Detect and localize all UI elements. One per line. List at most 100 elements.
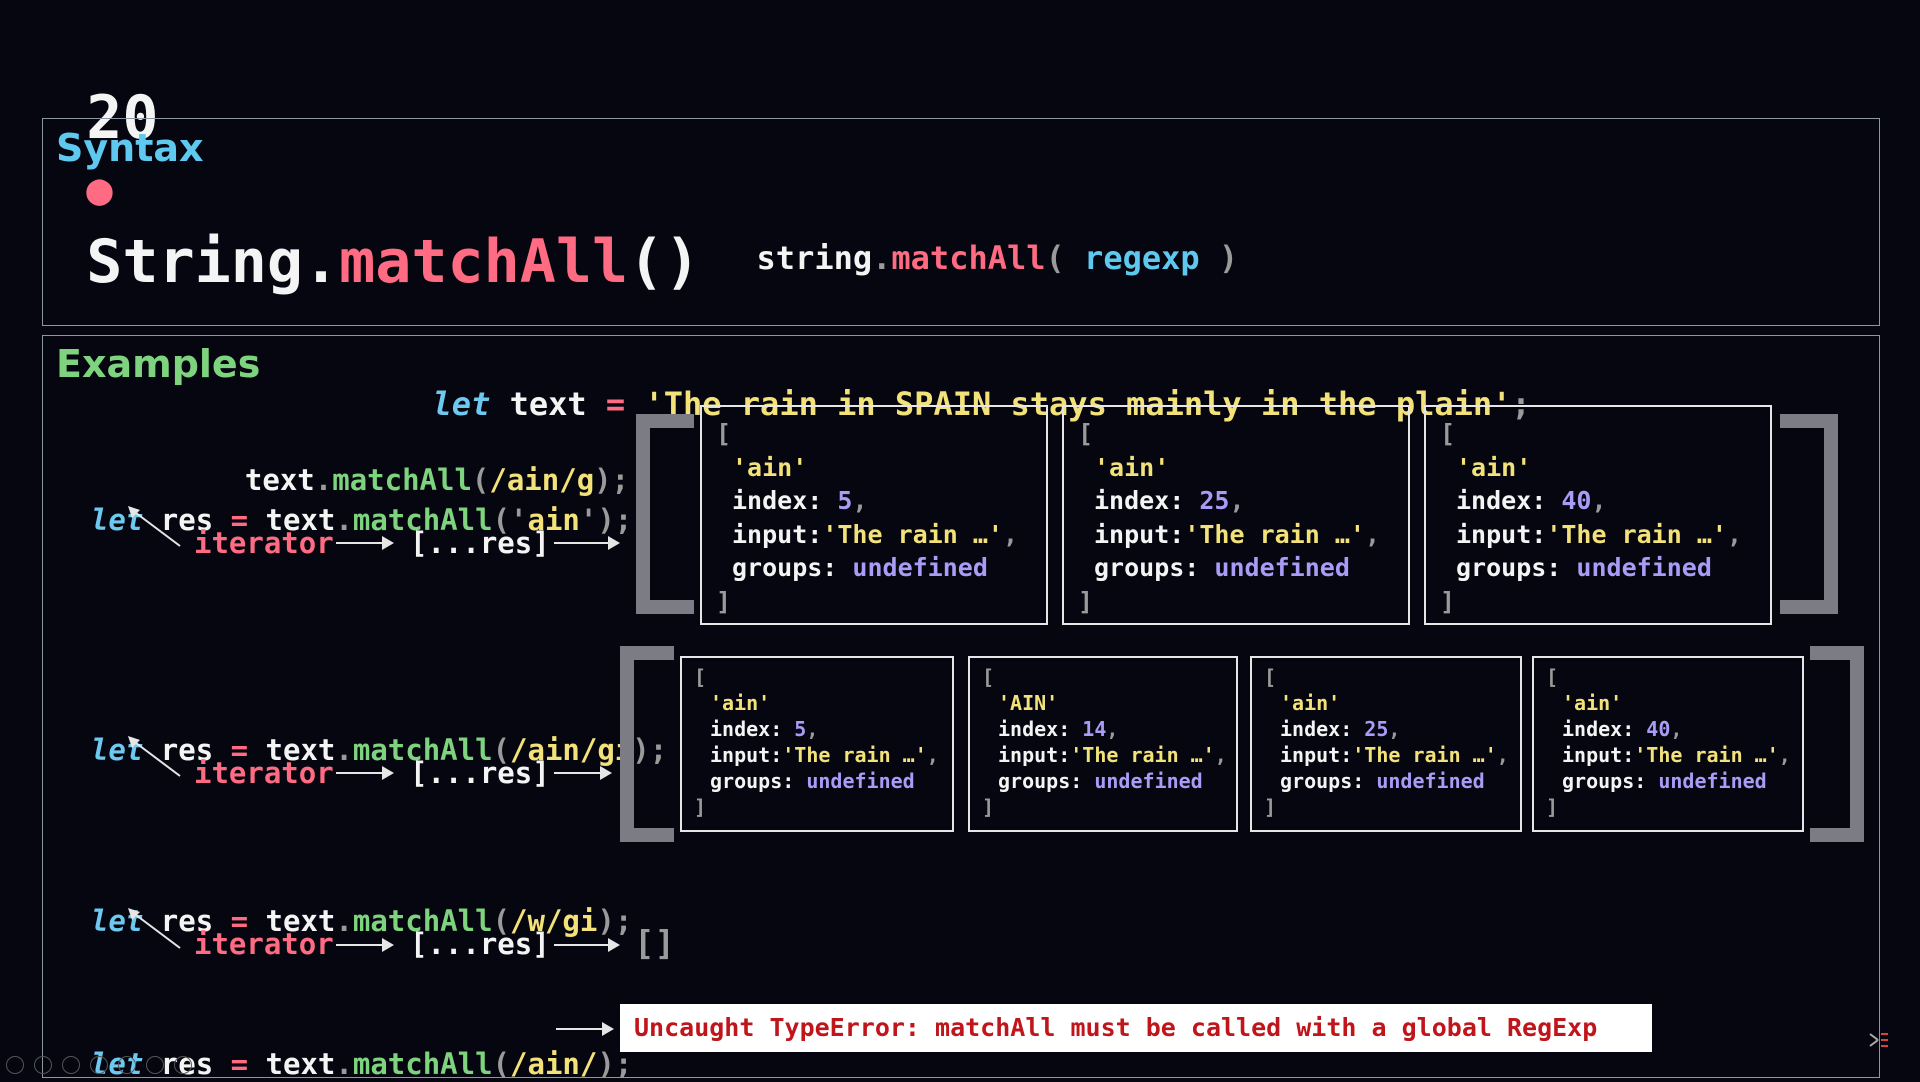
- ex2-obj0-groups: undefined: [806, 769, 915, 793]
- previous-slide-icon[interactable]: [6, 1056, 24, 1074]
- type-error-message: Uncaught TypeError: matchAll must be cal…: [620, 1004, 1652, 1052]
- ex1-array-close-bracket: [1780, 414, 1838, 614]
- ex1-obj0-groups-row: groups: undefined: [716, 551, 1046, 585]
- ex1-spread: [...res]: [410, 526, 550, 560]
- ex2-match-object: [ 'ain' index: 25, input:'The rain …', g…: [1250, 656, 1522, 832]
- decl-equals: =: [605, 385, 626, 423]
- ex2-obj2-input-label: input:: [1280, 743, 1353, 767]
- ex2-iterator-label: iterator: [194, 756, 334, 790]
- ex1-arg-close: '): [579, 503, 615, 537]
- ex3-semi: ;: [614, 904, 633, 938]
- ex1-match-object: [ 'ain' index: 25, input:'The rain …', g…: [1062, 405, 1410, 625]
- ex1-obj0-index-row: index: 5,: [732, 486, 868, 515]
- ex2-array-open-bracket: [620, 646, 674, 842]
- ex1-obj0-input-label: input:: [732, 519, 823, 549]
- presenter-expand-icon[interactable]: [1868, 1030, 1890, 1050]
- ex1-obj0-open: [: [716, 419, 732, 448]
- ex1-array-open-bracket: [636, 414, 694, 614]
- ex2-obj3-groups: undefined: [1658, 769, 1767, 793]
- ex2-obj1-input: 'The rain …': [1070, 743, 1215, 767]
- ex2-obj1-close: ]: [982, 795, 995, 819]
- ex1-obj2-input-label: input:: [1456, 519, 1547, 549]
- syntax-param: regexp: [1064, 239, 1219, 277]
- ex2-obj1-open: [: [982, 665, 995, 689]
- ex1-obj0-index-label: index:: [732, 486, 823, 515]
- ex2-obj3-match: 'ain': [1562, 691, 1623, 715]
- ex4-arrow: [556, 1022, 614, 1036]
- ex1-obj1-input-label: input:: [1094, 519, 1185, 549]
- ex1-obj1-open: [: [1078, 419, 1094, 448]
- ex2-pointer-arrow: [128, 736, 181, 777]
- ex2-obj0-input-row: input:'The rain …',: [710, 743, 939, 767]
- ex2-obj0-input: 'The rain …': [782, 743, 927, 767]
- ex1-obj0-index: 5: [837, 486, 853, 515]
- subtitles-icon[interactable]: [146, 1056, 164, 1074]
- ex2-obj2-groups: undefined: [1376, 769, 1485, 793]
- ex1-obj2-input: 'The rain …': [1546, 519, 1727, 549]
- ex2-arrow-1: [336, 766, 394, 780]
- ex2-obj2-groups-row: groups: undefined: [1264, 768, 1520, 794]
- slides-icon[interactable]: [90, 1056, 108, 1074]
- ex2-obj1-index-row: index: 14,: [998, 717, 1119, 741]
- ex2-obj1-index-label: index:: [998, 717, 1071, 741]
- ex1-obj0-input-row: input:'The rain …',: [732, 519, 1018, 549]
- ex4-eq: =: [230, 1047, 249, 1081]
- ex1-arrow-1: [336, 536, 394, 550]
- decl-let-keyword: let: [432, 385, 491, 423]
- zoom-icon[interactable]: [118, 1056, 136, 1074]
- ex2-obj3-close: ]: [1546, 795, 1559, 819]
- more-options-icon[interactable]: [174, 1056, 192, 1074]
- decl-variable: text: [490, 385, 606, 423]
- pen-icon[interactable]: [62, 1056, 80, 1074]
- ex2-obj3-input-row: input:'The rain …',: [1562, 743, 1791, 767]
- ex1-obj2-groups-label: groups:: [1456, 553, 1562, 582]
- ex2-obj2-input: 'The rain …': [1352, 743, 1497, 767]
- ex2-obj1-groups-row: groups: undefined: [982, 768, 1236, 794]
- ex1-obj2-groups: undefined: [1576, 553, 1712, 582]
- ex1-obj0-match: 'ain': [732, 452, 808, 482]
- ex1-obj1-groups-row: groups: undefined: [1078, 551, 1408, 585]
- next-slide-icon[interactable]: [34, 1056, 52, 1074]
- syntax-close-paren: ): [1218, 239, 1239, 277]
- ex3-dot: .: [335, 904, 353, 938]
- ex2-obj2-input-row: input:'The rain …',: [1280, 743, 1509, 767]
- ex1-obj1-index: 25: [1199, 486, 1230, 515]
- ex1-iterator-label: iterator: [194, 526, 334, 560]
- ex1-match-object: [ 'ain' index: 40, input:'The rain …', g…: [1424, 405, 1772, 625]
- ex2-obj1-groups: undefined: [1094, 769, 1203, 793]
- ex3-pointer-arrow: [128, 908, 181, 949]
- ex3-close: ): [597, 904, 615, 938]
- ex1-obj1-input-row: input:'The rain …',: [1094, 519, 1380, 549]
- ex2-match-object: [ 'AIN' index: 14, input:'The rain …', g…: [968, 656, 1238, 832]
- ex1-pointer-arrow: [128, 506, 181, 547]
- ex3-spread: [...res]: [410, 927, 550, 961]
- ex2-obj0-index-row: index: 5,: [710, 717, 819, 741]
- ex2-obj3-input-label: input:: [1562, 743, 1635, 767]
- ex1-obj1-match: 'ain': [1094, 452, 1170, 482]
- ex2-obj2-groups-label: groups:: [1280, 769, 1365, 793]
- ex2-obj0-groups-label: groups:: [710, 769, 795, 793]
- ex2-obj3-open: [: [1546, 665, 1559, 689]
- ex1-obj2-index: 40: [1561, 486, 1592, 515]
- ex1-obj2-close: ]: [1440, 586, 1456, 616]
- ex2-spread: [...res]: [410, 756, 550, 790]
- ex2-obj2-match: 'ain': [1280, 691, 1341, 715]
- ex3-arrow-1: [336, 938, 394, 952]
- ex2-obj2-index: 25: [1364, 717, 1389, 741]
- ex2-obj0-index-label: index:: [710, 717, 783, 741]
- ex2-obj3-index: 40: [1646, 717, 1671, 741]
- ex1-obj1-index-row: index: 25,: [1094, 486, 1245, 515]
- ex2-obj0-index: 5: [794, 717, 807, 741]
- ex2-obj1-input-label: input:: [998, 743, 1071, 767]
- examples-heading: Examples: [56, 342, 261, 386]
- ex4-method: matchAll: [352, 1047, 493, 1081]
- ex1-obj0-input: 'The rain …': [822, 519, 1003, 549]
- ex2-obj0-input-label: input:: [710, 743, 783, 767]
- syntax-dot: .: [872, 239, 892, 277]
- ex4-regex: /ain/: [510, 1047, 598, 1081]
- ex2-obj3-input: 'The rain …': [1634, 743, 1779, 767]
- ex4-close: ): [597, 1047, 615, 1081]
- ex4-text: text: [248, 1047, 336, 1081]
- ex2-obj2-index-row: index: 25,: [1280, 717, 1401, 741]
- ex1-dot: .: [335, 503, 353, 537]
